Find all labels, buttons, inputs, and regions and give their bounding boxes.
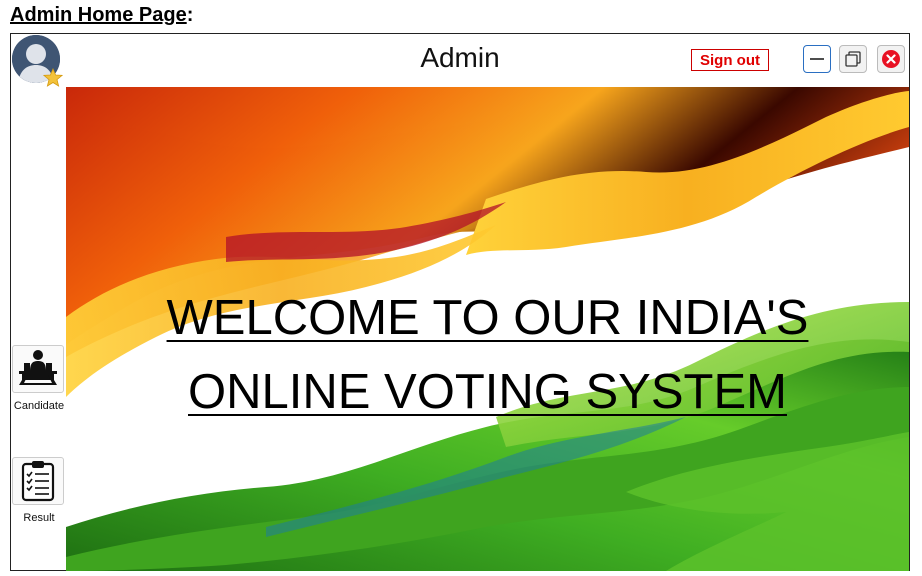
candidate-button[interactable] [12, 345, 64, 393]
welcome-line-2-text: ONLINE VOTING SYSTEM [188, 365, 787, 419]
maximize-button[interactable] [839, 45, 867, 73]
document-heading-suffix: : [186, 4, 194, 26]
admin-window: Admin Sign out WELCOME TO OUR INDIA'S ON… [10, 33, 910, 571]
clipboard-checklist-icon [21, 461, 55, 502]
candidate-label: Candidate [13, 400, 65, 412]
window-title: Admin [420, 42, 500, 73]
restore-icon [845, 51, 861, 67]
minimize-icon [810, 58, 824, 60]
close-button[interactable] [877, 45, 905, 73]
welcome-banner: WELCOME TO OUR INDIA'S ONLINE VOTING SYS… [66, 87, 909, 571]
welcome-line-2: ONLINE VOTING SYSTEM [66, 364, 909, 420]
welcome-line-1: WELCOME TO OUR INDIA'S [66, 290, 909, 346]
result-button[interactable] [12, 457, 64, 505]
minimize-button[interactable] [803, 45, 831, 73]
welcome-line-1-text: WELCOME TO OUR INDIA'S [166, 291, 809, 345]
document-heading-text: Admin Home Page [10, 4, 187, 26]
candidate-desk-icon [19, 350, 57, 385]
document-heading: Admin Home Page: [10, 4, 193, 27]
result-label: Result [23, 512, 55, 524]
star-icon [43, 68, 63, 87]
sign-out-button[interactable]: Sign out [691, 49, 769, 71]
close-icon [882, 50, 900, 68]
